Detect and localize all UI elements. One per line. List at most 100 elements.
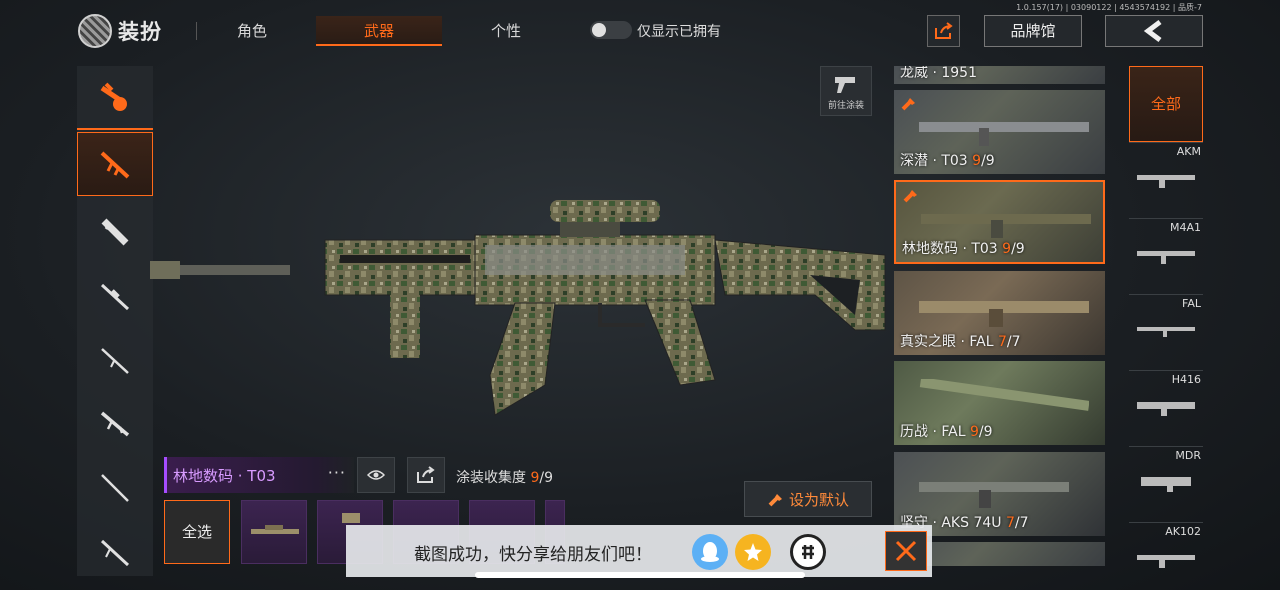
skin-card[interactable]: 深潜 · T03 9/9 bbox=[894, 90, 1105, 174]
more-options-button[interactable]: ··· bbox=[328, 463, 346, 482]
skin-share-button[interactable] bbox=[407, 457, 445, 493]
weapon-filter-all[interactable]: 全部 bbox=[1129, 66, 1203, 142]
skin-gun-image bbox=[919, 379, 1089, 411]
weapon-filter-item[interactable]: M4A1 bbox=[1129, 218, 1203, 294]
category-lmg[interactable] bbox=[77, 520, 153, 584]
skin-theme-icon bbox=[100, 82, 127, 111]
rifle-silhouette-icon bbox=[1137, 251, 1195, 264]
tab-personality[interactable]: 个性 bbox=[466, 16, 546, 46]
category-rifle[interactable] bbox=[77, 456, 153, 520]
weapon-name: FAL bbox=[1182, 297, 1201, 310]
back-button[interactable] bbox=[1105, 15, 1203, 47]
skin-label: 历战 · FAL 9/9 bbox=[900, 424, 993, 440]
select-all-button[interactable]: 全选 bbox=[164, 500, 230, 564]
skin-label: 真实之眼 · FAL 7/7 bbox=[900, 334, 1021, 350]
skin-card[interactable]: 真实之眼 · FAL 7/7 bbox=[894, 271, 1105, 355]
category-skin-theme[interactable] bbox=[77, 66, 153, 130]
category-assault-rifle[interactable] bbox=[77, 132, 153, 196]
weapon-filter-item[interactable]: H416 bbox=[1129, 370, 1203, 446]
close-toast-button[interactable] bbox=[885, 531, 927, 571]
home-indicator[interactable] bbox=[475, 572, 805, 578]
rifle-silhouette-icon bbox=[1137, 175, 1195, 188]
screenshot-share-toast: 截图成功，快分享给朋友们吧！ bbox=[346, 525, 932, 577]
paint-brush-icon bbox=[903, 190, 917, 203]
shotgun-icon bbox=[100, 411, 130, 437]
back-arrow-icon bbox=[1143, 20, 1162, 42]
collection-total: /9 bbox=[539, 470, 553, 486]
skin-gun-image bbox=[919, 122, 1089, 146]
share-icon bbox=[417, 466, 435, 483]
category-marksman-rifle[interactable] bbox=[77, 328, 153, 392]
collection-label: 涂装收集度 bbox=[456, 470, 526, 486]
rifle-silhouette-icon bbox=[1141, 477, 1191, 492]
share-icon bbox=[934, 22, 953, 39]
app-logo-icon bbox=[802, 545, 814, 559]
divider bbox=[196, 22, 197, 40]
goto-paint-button[interactable]: 前往涂装 bbox=[820, 66, 872, 116]
eye-icon bbox=[367, 470, 385, 480]
paint-brush-icon bbox=[901, 98, 915, 111]
weapon-filter-item[interactable]: AK102 bbox=[1129, 522, 1203, 590]
rifle-silhouette-icon bbox=[1137, 555, 1195, 568]
star-icon bbox=[744, 543, 762, 561]
brush-icon bbox=[768, 494, 782, 507]
globe-logo-icon bbox=[78, 14, 112, 48]
version-text: 1.0.157(17) | 03090122 | 4543574192 | 品质… bbox=[1016, 3, 1202, 12]
page-title: 装扮 bbox=[118, 20, 162, 44]
weapon-name: AK102 bbox=[1165, 525, 1201, 538]
app-share-button[interactable] bbox=[790, 534, 826, 570]
category-shotgun[interactable] bbox=[77, 392, 153, 456]
collection-progress: 涂装收集度 9/9 bbox=[456, 467, 553, 487]
qq-icon bbox=[701, 542, 719, 562]
owned-only-label: 仅显示已拥有 bbox=[637, 24, 721, 40]
preview-button[interactable] bbox=[357, 457, 395, 493]
skin-label: 深潜 · T03 9/9 bbox=[900, 153, 995, 169]
rifle-icon bbox=[101, 474, 129, 502]
rifle-silhouette-icon bbox=[1137, 327, 1195, 337]
tab-character[interactable]: 角色 bbox=[212, 16, 292, 46]
weapon-name: AKM bbox=[1176, 145, 1201, 158]
toggle-knob bbox=[592, 23, 606, 37]
scope-attachment-icon bbox=[251, 525, 299, 534]
marksman-rifle-icon bbox=[101, 348, 129, 374]
weapon-preview[interactable] bbox=[145, 185, 890, 425]
tab-weapon[interactable]: 武器 bbox=[316, 16, 442, 46]
attachment-slot[interactable] bbox=[241, 500, 307, 564]
skin-label: 龙威 · 1951 bbox=[900, 66, 977, 81]
skin-gun-image bbox=[919, 482, 1069, 508]
skin-label: 林地数码 · T03 9/9 bbox=[902, 241, 1025, 257]
category-sniper-rifle[interactable] bbox=[77, 264, 153, 328]
skin-gun-image bbox=[919, 301, 1089, 327]
weapon-name: M4A1 bbox=[1169, 221, 1201, 234]
owned-only-toggle[interactable] bbox=[590, 21, 632, 39]
goto-paint-label: 前往涂装 bbox=[827, 101, 864, 111]
set-default-label: 设为默认 bbox=[788, 490, 849, 509]
skin-card[interactable]: 龙威 · 1951 bbox=[894, 66, 1105, 84]
sniper-rifle-icon bbox=[100, 283, 130, 311]
toast-message: 截图成功，快分享给朋友们吧！ bbox=[414, 545, 652, 565]
brand-hall-button[interactable]: 品牌馆 bbox=[984, 15, 1082, 47]
category-sidebar bbox=[77, 66, 153, 576]
skin-card[interactable]: 坚守 · AKS 74U 7/7 bbox=[894, 452, 1105, 536]
selected-skin-bar: 林地数码 · T03 ··· bbox=[164, 457, 354, 493]
skin-card-selected[interactable]: 林地数码 · T03 9/9 bbox=[894, 180, 1105, 264]
category-smg[interactable] bbox=[77, 200, 153, 264]
qq-share-button[interactable] bbox=[692, 534, 728, 570]
page-logo: 装扮 bbox=[78, 14, 162, 48]
weapon-filter-item[interactable]: FAL bbox=[1129, 294, 1203, 370]
smg-icon bbox=[101, 218, 129, 246]
rifle-silhouette-icon bbox=[1137, 402, 1195, 416]
lmg-icon bbox=[100, 539, 130, 567]
skin-card[interactable]: 历战 · FAL 9/9 bbox=[894, 361, 1105, 445]
share-button[interactable] bbox=[927, 15, 960, 47]
close-icon bbox=[895, 540, 917, 562]
weapon-filter-item[interactable]: MDR bbox=[1129, 446, 1203, 522]
weapon-name: MDR bbox=[1175, 449, 1201, 462]
weapon-filter-item[interactable]: AKM bbox=[1129, 142, 1203, 218]
assault-rifle-icon bbox=[100, 151, 130, 179]
qzone-share-button[interactable] bbox=[735, 534, 771, 570]
skin-gun-image bbox=[921, 214, 1091, 238]
weapon-name: H416 bbox=[1171, 373, 1201, 386]
selected-skin-name: 林地数码 · T03 bbox=[173, 467, 276, 485]
set-default-button[interactable]: 设为默认 bbox=[744, 481, 872, 517]
